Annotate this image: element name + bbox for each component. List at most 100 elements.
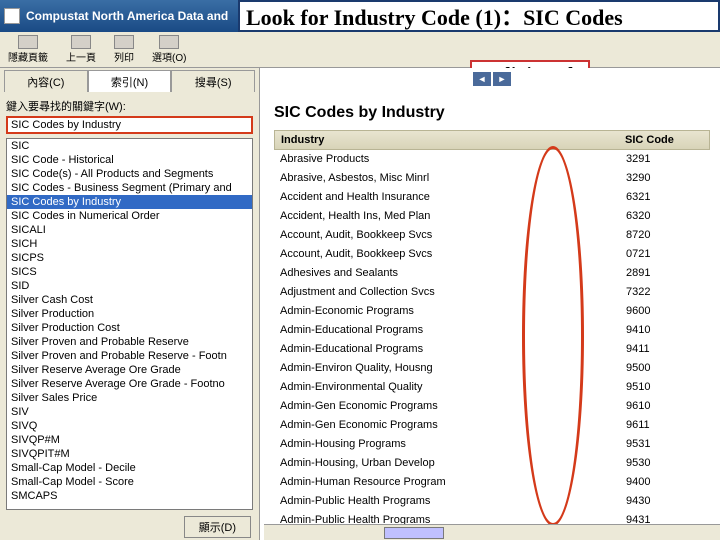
cell-industry: Admin-Gen Economic Programs — [274, 397, 620, 415]
cell-industry: Admin-Human Resource Program — [274, 473, 620, 491]
index-item[interactable]: SICPS — [7, 251, 252, 265]
index-item[interactable]: Silver Production — [7, 307, 252, 321]
help-toolbar: 隱藏頁籤 上一頁 列印 選項(O) — [0, 32, 720, 68]
index-item[interactable]: SIVQPIT#M — [7, 447, 252, 461]
back-button[interactable]: 上一頁 — [66, 35, 96, 64]
keyword-input[interactable] — [6, 116, 253, 134]
cell-sic-code: 9611 — [620, 416, 710, 434]
cell-sic-code: 9411 — [620, 340, 710, 358]
options-label: 選項(O) — [152, 49, 186, 64]
index-item[interactable]: SIC Codes - Business Segment (Primary an… — [7, 181, 252, 195]
hide-label: 隱藏頁籤 — [8, 49, 48, 64]
hide-icon — [18, 35, 38, 49]
show-button[interactable]: 顯示(D) — [184, 516, 251, 538]
cell-sic-code: 6320 — [620, 207, 710, 225]
prev-topic-button[interactable]: ◄ — [473, 72, 491, 86]
cell-sic-code: 0721 — [620, 245, 710, 263]
cell-industry: Admin-Environ Quality, Housng — [274, 359, 620, 377]
index-item[interactable]: Small-Cap Model - Score — [7, 475, 252, 489]
topic-nav: ◄ ► — [264, 68, 720, 90]
index-item[interactable]: Silver Reserve Average Ore Grade - Footn… — [7, 377, 252, 391]
index-item[interactable]: SICH — [7, 237, 252, 251]
table-row: Adjustment and Collection Svcs7322 — [274, 283, 710, 302]
index-item[interactable]: Small-Cap Model - Decile — [7, 461, 252, 475]
print-icon — [114, 35, 134, 49]
table-row: Accident, Health Ins, Med Plan6320 — [274, 207, 710, 226]
index-item[interactable]: Silver Reserve Average Ore Grade — [7, 363, 252, 377]
table-row: Abrasive, Asbestos, Misc Minrl3290 — [274, 169, 710, 188]
index-item[interactable]: SIV — [7, 405, 252, 419]
index-item[interactable]: Silver Sales Price — [7, 391, 252, 405]
show-bar: 顯示(D) — [0, 514, 259, 540]
slide-title-banner: Look for Industry Code (1)：SIC Codes — [238, 0, 720, 32]
table-row: Admin-Housing Programs9531 — [274, 435, 710, 454]
cell-sic-code: 3291 — [620, 150, 710, 168]
index-item[interactable]: Silver Proven and Probable Reserve — [7, 335, 252, 349]
index-item[interactable]: SIC Code(s) - All Products and Segments — [7, 167, 252, 181]
content-title: SIC Codes by Industry — [264, 90, 720, 130]
print-button[interactable]: 列印 — [114, 35, 134, 64]
cell-sic-code: 9600 — [620, 302, 710, 320]
index-item[interactable]: SIC — [7, 139, 252, 153]
col-industry[interactable]: Industry — [275, 131, 619, 149]
table-row: Adhesives and Sealants2891 — [274, 264, 710, 283]
index-list[interactable]: SICSIC Code - HistoricalSIC Code(s) - Al… — [6, 138, 253, 510]
print-label: 列印 — [114, 49, 134, 64]
cell-sic-code: 3290 — [620, 169, 710, 187]
tab-index[interactable]: 索引(N) — [88, 70, 172, 92]
table-row: Admin-Gen Economic Programs9610 — [274, 397, 710, 416]
tab-search[interactable]: 搜尋(S) — [171, 70, 255, 92]
table-row: Admin-Environ Quality, Housng9500 — [274, 359, 710, 378]
table-row: Admin-Gen Economic Programs9611 — [274, 416, 710, 435]
table-body: Abrasive Products3291Abrasive, Asbestos,… — [274, 150, 710, 530]
cell-sic-code: 8720 — [620, 226, 710, 244]
index-item[interactable]: SIVQP#M — [7, 433, 252, 447]
cell-sic-code: 9610 — [620, 397, 710, 415]
index-item[interactable]: SIC Codes by Industry — [7, 195, 252, 209]
index-item[interactable]: SIVQ — [7, 419, 252, 433]
cell-sic-code: 9530 — [620, 454, 710, 472]
table-row: Abrasive Products3291 — [274, 150, 710, 169]
back-icon — [71, 35, 91, 49]
next-topic-button[interactable]: ► — [493, 72, 511, 86]
horizontal-scrollbar[interactable] — [264, 524, 720, 540]
index-item[interactable]: SMCAPS — [7, 489, 252, 503]
index-item[interactable]: SID — [7, 279, 252, 293]
index-item[interactable]: SIC Codes in Numerical Order — [7, 209, 252, 223]
table-row: Admin-Housing, Urban Develop9530 — [274, 454, 710, 473]
cell-industry: Admin-Housing Programs — [274, 435, 620, 453]
index-item[interactable]: Silver Production Cost — [7, 321, 252, 335]
cell-industry: Admin-Public Health Programs — [274, 492, 620, 510]
index-item[interactable]: SICALI — [7, 223, 252, 237]
cell-sic-code: 2891 — [620, 264, 710, 282]
index-item[interactable]: SICS — [7, 265, 252, 279]
cell-sic-code: 9500 — [620, 359, 710, 377]
cell-industry: Admin-Economic Programs — [274, 302, 620, 320]
index-item[interactable]: Silver Cash Cost — [7, 293, 252, 307]
options-button[interactable]: 選項(O) — [152, 35, 186, 64]
tab-contents[interactable]: 內容(C) — [4, 70, 88, 92]
index-item[interactable]: SIC Code - Historical — [7, 153, 252, 167]
options-icon — [159, 35, 179, 49]
help-book-icon — [4, 8, 20, 24]
nav-tabs: 內容(C) 索引(N) 搜尋(S) — [0, 68, 259, 92]
sic-table: Industry SIC Code Abrasive Products3291A… — [264, 130, 720, 530]
cell-industry: Admin-Educational Programs — [274, 340, 620, 358]
cell-sic-code: 9400 — [620, 473, 710, 491]
col-sic-code[interactable]: SIC Code — [619, 131, 709, 149]
cell-sic-code: 9531 — [620, 435, 710, 453]
cell-industry: Admin-Environmental Quality — [274, 378, 620, 396]
help-nav-pane: 內容(C) 索引(N) 搜尋(S) 鍵入要尋找的關鍵字(W): SICSIC C… — [0, 68, 260, 540]
hide-tabs-button[interactable]: 隱藏頁籤 — [8, 35, 48, 64]
cell-industry: Account, Audit, Bookkeep Svcs — [274, 226, 620, 244]
slide-title: Look for Industry Code (1)：SIC Codes — [246, 0, 623, 32]
table-row: Admin-Economic Programs9600 — [274, 302, 710, 321]
table-row: Admin-Human Resource Program9400 — [274, 473, 710, 492]
cell-industry: Adhesives and Sealants — [274, 264, 620, 282]
index-item[interactable]: Silver Proven and Probable Reserve - Foo… — [7, 349, 252, 363]
table-row: Account, Audit, Bookkeep Svcs0721 — [274, 245, 710, 264]
scrollbar-thumb[interactable] — [384, 527, 444, 539]
cell-sic-code: 9410 — [620, 321, 710, 339]
cell-industry: Admin-Educational Programs — [274, 321, 620, 339]
cell-industry: Admin-Gen Economic Programs — [274, 416, 620, 434]
